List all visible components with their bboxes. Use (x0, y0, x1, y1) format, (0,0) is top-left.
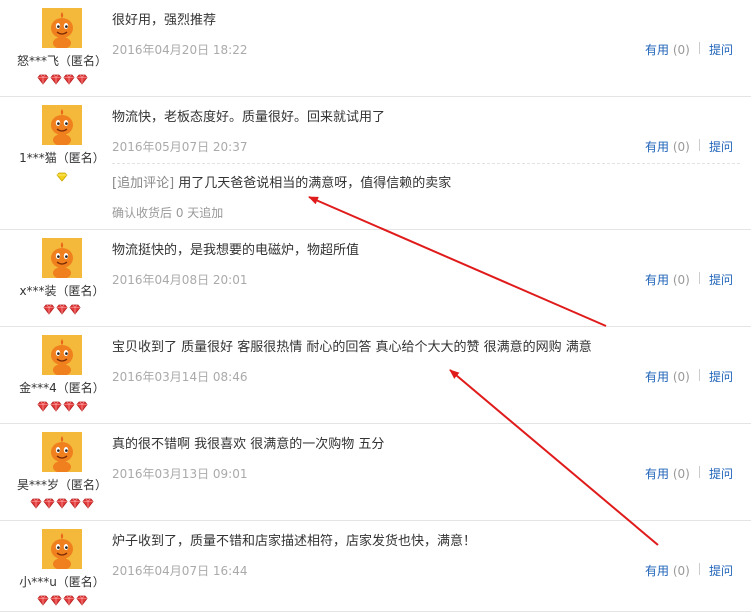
review-list: 怒***飞（匿名） 很好用，强烈推荐 2016年04月20日 18:22 有用 … (0, 0, 751, 612)
review-content: 炉子收到了，质量不错和店家描述相符，店家发货也快，满意！ (112, 534, 477, 549)
divider (699, 42, 700, 54)
review-item: 小***u（匿名） 炉子收到了，质量不错和店家描述相符，店家发货也快，满意！ 2… (0, 521, 751, 612)
avatar[interactable] (42, 105, 82, 145)
reviewer-name: 小***u（匿名） (19, 575, 105, 589)
avatar[interactable] (42, 335, 82, 375)
review-date: 2016年04月08日 20:01 (112, 273, 248, 287)
useful-count: (0) (672, 140, 690, 154)
reviewer-level-badges (0, 494, 124, 509)
review-item: 金***4（匿名） 宝贝收到了 质量很好 客服很热情 耐心的回答 真心给个大大的… (0, 327, 751, 424)
review-content: 很好用，强烈推荐 (112, 13, 217, 28)
review-date: 2016年04月07日 16:44 (112, 564, 248, 578)
red-gem-icon (82, 494, 94, 513)
avatar[interactable] (42, 238, 82, 278)
reviewer-name: x***装（匿名） (19, 284, 105, 298)
useful-label: 有用 (645, 467, 670, 481)
reviewer-name: 金***4（匿名） (19, 381, 105, 395)
review-date: 2016年04月20日 18:22 (112, 43, 248, 57)
followup-tag: [追加评论] (112, 176, 175, 191)
review-date: 2016年05月07日 20:37 (112, 140, 248, 154)
reviewer-level-badges (0, 70, 124, 85)
red-gem-icon (62, 591, 75, 610)
red-gem-icon (36, 397, 49, 416)
red-gem-icon (36, 70, 49, 89)
ask-question-link[interactable]: 提问 (709, 271, 733, 288)
review-content: 物流快，老板态度好。质量很好。回来就试用了 (112, 110, 386, 125)
red-gem-icon (62, 70, 75, 89)
review-item: 昊***岁（匿名） 真的很不错啊 我很喜欢 很满意的一次购物 五分 2016年0… (0, 424, 751, 521)
useful-count: (0) (672, 43, 690, 57)
followup-timing: 确认收货后 0 天追加 (112, 206, 224, 220)
dashed-divider (112, 163, 740, 164)
ask-question-link[interactable]: 提问 (709, 41, 733, 58)
ask-question-link[interactable]: 提问 (709, 368, 733, 385)
red-gem-icon (75, 591, 88, 610)
useful-label: 有用 (645, 273, 670, 287)
ask-question-link[interactable]: 提问 (709, 138, 733, 155)
red-gem-icon (75, 70, 88, 89)
useful-count: (0) (672, 370, 690, 384)
red-gem-icon (36, 591, 49, 610)
avatar[interactable] (42, 8, 82, 48)
divider (699, 466, 700, 478)
red-gem-icon (43, 494, 55, 513)
reviewer-level-badges (0, 300, 124, 315)
divider (699, 139, 700, 151)
useful-count: (0) (672, 273, 690, 287)
red-gem-icon (49, 397, 62, 416)
reviewer-level-badges (0, 167, 124, 182)
useful-button[interactable]: 有用 (0) (645, 138, 690, 155)
review-item: 怒***飞（匿名） 很好用，强烈推荐 2016年04月20日 18:22 有用 … (0, 0, 751, 97)
red-gem-icon (56, 300, 68, 319)
reviewer-name: 1***猫（匿名） (19, 151, 105, 165)
red-gem-icon (49, 70, 62, 89)
reviewer-name: 昊***岁（匿名） (16, 478, 107, 492)
useful-label: 有用 (645, 564, 670, 578)
useful-button[interactable]: 有用 (0) (645, 368, 690, 385)
reviewer-name: 怒***飞（匿名） (16, 54, 107, 68)
review-content: 宝贝收到了 质量很好 客服很热情 耐心的回答 真心给个大大的赞 很满意的网购 满… (112, 340, 592, 355)
avatar[interactable] (42, 529, 82, 569)
followup-text: 用了几天爸爸说相当的满意呀，值得信赖的卖家 (174, 176, 452, 191)
divider (699, 369, 700, 381)
red-gem-icon (30, 494, 42, 513)
review-date: 2016年03月14日 08:46 (112, 370, 248, 384)
red-gem-icon (43, 300, 55, 319)
useful-label: 有用 (645, 43, 670, 57)
useful-button[interactable]: 有用 (0) (645, 271, 690, 288)
divider (699, 563, 700, 575)
review-item: 1***猫（匿名） 物流快，老板态度好。质量很好。回来就试用了 2016年05月… (0, 97, 751, 230)
reviewer-level-badges (0, 397, 124, 412)
red-gem-icon (75, 397, 88, 416)
red-gem-icon (69, 300, 81, 319)
useful-button[interactable]: 有用 (0) (645, 562, 690, 579)
review-content: 物流挺快的，是我想要的电磁炉，物超所值 (112, 243, 360, 258)
red-gem-icon (69, 494, 81, 513)
useful-label: 有用 (645, 370, 670, 384)
ask-question-link[interactable]: 提问 (709, 562, 733, 579)
red-gem-icon (62, 397, 75, 416)
divider (699, 272, 700, 284)
yellow-diamond-icon (56, 167, 68, 186)
red-gem-icon (49, 591, 62, 610)
followup-comment: [追加评论] 用了几天爸爸说相当的满意呀，值得信赖的卖家 (112, 172, 451, 191)
ask-question-link[interactable]: 提问 (709, 465, 733, 482)
review-date: 2016年03月13日 09:01 (112, 467, 248, 481)
avatar[interactable] (42, 432, 82, 472)
review-content: 真的很不错啊 我很喜欢 很满意的一次购物 五分 (112, 437, 385, 452)
reviewer-level-badges (0, 591, 124, 606)
useful-count: (0) (672, 564, 690, 578)
useful-count: (0) (672, 467, 690, 481)
useful-button[interactable]: 有用 (0) (645, 465, 690, 482)
useful-label: 有用 (645, 140, 670, 154)
useful-button[interactable]: 有用 (0) (645, 41, 690, 58)
review-item: x***装（匿名） 物流挺快的，是我想要的电磁炉，物超所值 2016年04月08… (0, 230, 751, 327)
red-gem-icon (56, 494, 68, 513)
